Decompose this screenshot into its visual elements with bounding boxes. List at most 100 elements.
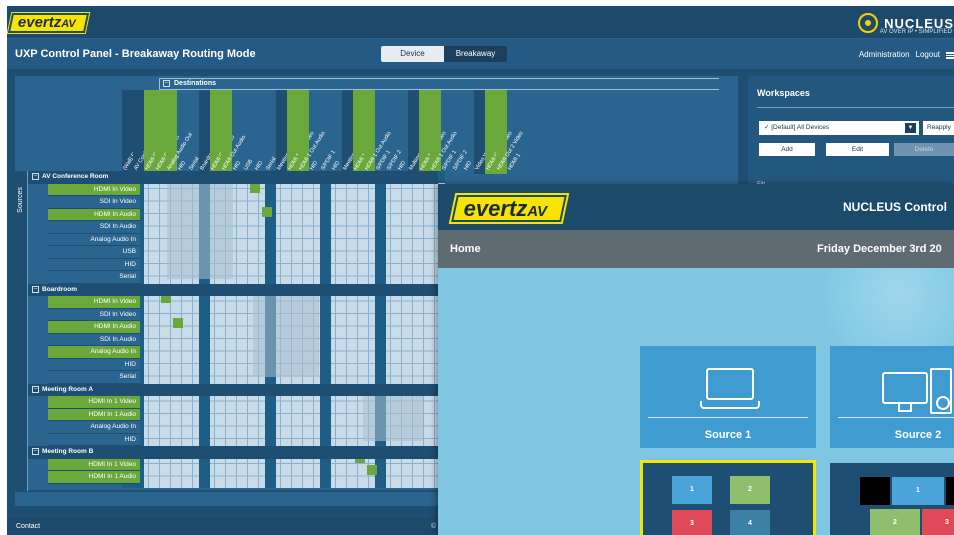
quad-cell-2: 2 <box>730 476 770 504</box>
source-signal-row[interactable]: SDI In Audio <box>48 221 140 234</box>
destination-column-header[interactable]: Analog Audio Out <box>166 90 194 174</box>
destination-column-header[interactable]: S/PDIF 1 <box>375 90 392 174</box>
collapse-icon[interactable]: − <box>32 385 39 393</box>
crosspoint-grid[interactable] <box>122 171 445 488</box>
workspaces-title: Workspaces <box>757 88 810 98</box>
desktop-icon <box>882 368 954 418</box>
source-signal-row[interactable]: Analog Audio In <box>48 233 140 246</box>
menu-icon[interactable] <box>946 51 954 59</box>
destination-column-header[interactable]: HID <box>331 90 342 174</box>
destination-column-header[interactable]: HDMI Out 2 Video <box>496 90 525 174</box>
destination-group-header[interactable]: Meeting Room A <box>276 90 303 174</box>
destination-column-header[interactable]: HID <box>232 90 243 174</box>
source-signal-row[interactable]: HDMI In 1 Video <box>48 396 140 409</box>
source-signal-row[interactable]: HID <box>48 433 140 446</box>
destination-column-header[interactable]: HDMI Out Video <box>210 90 236 174</box>
page-title: UXP Control Panel - Breakaway Routing Mo… <box>15 48 256 60</box>
active-crosspoint[interactable] <box>250 183 260 193</box>
black-cell <box>860 477 890 505</box>
chevron-down-icon[interactable]: ▼ <box>905 123 916 133</box>
nucleus-control-panel: evertzAV NUCLEUS Control Home Friday Dec… <box>438 184 954 535</box>
source-signal-row[interactable]: HDMI In Audio <box>48 321 140 334</box>
source-signal-row[interactable]: HID <box>48 258 140 271</box>
tab-device[interactable]: Device <box>381 46 444 62</box>
destination-column-header[interactable]: HDMI Out Video <box>144 90 170 174</box>
source-2-tile[interactable]: Source 2 <box>830 346 954 448</box>
destination-column-header[interactable]: USB <box>243 90 254 174</box>
collapse-icon[interactable]: − <box>32 448 39 455</box>
source-signal-row[interactable]: Analog Audio In <box>48 421 140 434</box>
source-signal-row[interactable]: Serial <box>48 371 140 384</box>
layout-tile-quad[interactable]: 1 2 3 4 <box>640 460 816 535</box>
destination-group-header[interactable]: Multimedia Room <box>408 90 436 174</box>
destination-column-header[interactable]: S/PDIF 1 <box>441 90 458 174</box>
source-group-label: Meeting Room B <box>42 448 94 455</box>
source-signal-row[interactable]: HDMI In Video <box>48 296 140 309</box>
destination-column-header[interactable]: HDMI 1 <box>507 90 522 174</box>
logout-link[interactable]: Logout <box>916 50 940 60</box>
source-signal-row[interactable]: Serial <box>48 271 140 284</box>
destination-column-header[interactable]: S/PDIF 2 <box>452 90 469 174</box>
collapse-icon[interactable]: − <box>32 285 39 293</box>
destination-column-header[interactable]: HDMI Out Audio <box>221 90 247 174</box>
source-signal-row[interactable]: USB <box>48 246 140 259</box>
destination-group-header[interactable]: Video Wall A <box>474 90 496 174</box>
destination-column-header[interactable]: HDMI 1 Video <box>353 90 376 174</box>
source-signal-row[interactable]: Analog Audio In <box>48 346 140 359</box>
destination-column-header[interactable]: HDMI Out 1 Video <box>485 90 514 174</box>
matrix-scrollbar[interactable] <box>15 492 445 506</box>
delete-button[interactable]: Delete <box>894 143 954 156</box>
destination-column-header[interactable]: S/PDIF 2 <box>386 90 403 174</box>
destination-column-header[interactable]: HDMI Out Audio <box>155 90 181 174</box>
destination-column-header[interactable]: HDMI 1 Out Audio <box>430 90 459 174</box>
source-signal-row[interactable]: HDMI In Video <box>48 183 140 196</box>
source-signal-row[interactable]: HDMI In 1 Audio <box>48 408 140 421</box>
source-signal-row[interactable]: HDMI In 1 Video <box>48 458 140 471</box>
destination-column-header[interactable]: HDMI 1 Out Audio <box>364 90 393 174</box>
source-signal-row[interactable]: SDI In Video <box>48 196 140 209</box>
title-bar: UXP Control Panel - Breakaway Routing Mo… <box>7 39 954 69</box>
destination-column-header[interactable]: HID <box>177 90 188 174</box>
destination-column-header[interactable]: Serial <box>188 90 201 174</box>
source-signal-row[interactable]: HDMI In Audio <box>48 208 140 221</box>
destination-group-header[interactable]: Boardroom <box>199 90 219 174</box>
source-signal-row[interactable]: HID <box>48 358 140 371</box>
source-group-header[interactable]: − Meeting Room B <box>28 446 438 459</box>
source-group-header[interactable]: − AV Conference Room <box>28 171 438 184</box>
source-group-header[interactable]: − Boardroom <box>28 283 438 296</box>
workspace-select[interactable]: ✓ [Default] All Devices ▼ <box>759 121 919 135</box>
destination-label: HID <box>463 160 474 172</box>
source-signal-row[interactable]: SDI In Video <box>48 308 140 321</box>
destination-group-header[interactable]: AV Conference Ro... <box>133 90 165 174</box>
destination-column-header[interactable]: HDMI 1 Out Video <box>419 90 448 174</box>
active-crosspoint[interactable] <box>367 465 377 475</box>
administration-link[interactable]: Administration <box>859 50 910 60</box>
active-crosspoint[interactable] <box>173 318 183 328</box>
destination-column-header[interactable]: S/PDIF 1 <box>320 90 337 174</box>
destination-group-header[interactable]: Meeting Room B <box>342 90 369 174</box>
add-button[interactable]: Add <box>759 143 815 156</box>
source-1-tile[interactable]: Source 1 <box>640 346 816 448</box>
destination-column-header[interactable]: HDMI 1 Out Video <box>287 90 316 174</box>
top-bar: evertzAV NUCLEUS AV OVER IP • SIMPLIFIED <box>7 6 954 39</box>
contact-link[interactable]: Contact <box>16 522 40 531</box>
destination-column-header[interactable]: HID <box>254 90 265 174</box>
source-group-header[interactable]: − Meeting Room A <box>28 383 438 396</box>
destination-column-header[interactable]: Serial <box>265 90 278 174</box>
destination-column-header[interactable]: HDMI 1 Out Audio <box>298 90 327 174</box>
destination-column-header[interactable]: HID <box>309 90 320 174</box>
active-crosspoint[interactable] <box>262 207 272 217</box>
collapse-icon[interactable]: − <box>32 173 39 180</box>
destination-column-header[interactable]: HID <box>397 90 408 174</box>
source-signal-row[interactable]: HDMI In 1 Audio <box>48 471 140 484</box>
tab-breakaway[interactable]: Breakaway <box>444 46 507 62</box>
destination-group-header[interactable]: (Wall) Reception V... <box>122 90 154 174</box>
reapply-button[interactable]: Reapply <box>923 121 954 135</box>
collapse-icon[interactable]: − <box>163 80 170 87</box>
edit-button[interactable]: Edit <box>826 143 889 156</box>
home-link[interactable]: Home <box>450 242 481 256</box>
source-signal-row[interactable]: SDI In Audio <box>48 333 140 346</box>
layout-tile-triple[interactable]: 1 2 3 <box>830 463 954 535</box>
destination-column-header[interactable]: HID <box>463 90 474 174</box>
logo-suffix: AV <box>61 18 76 30</box>
